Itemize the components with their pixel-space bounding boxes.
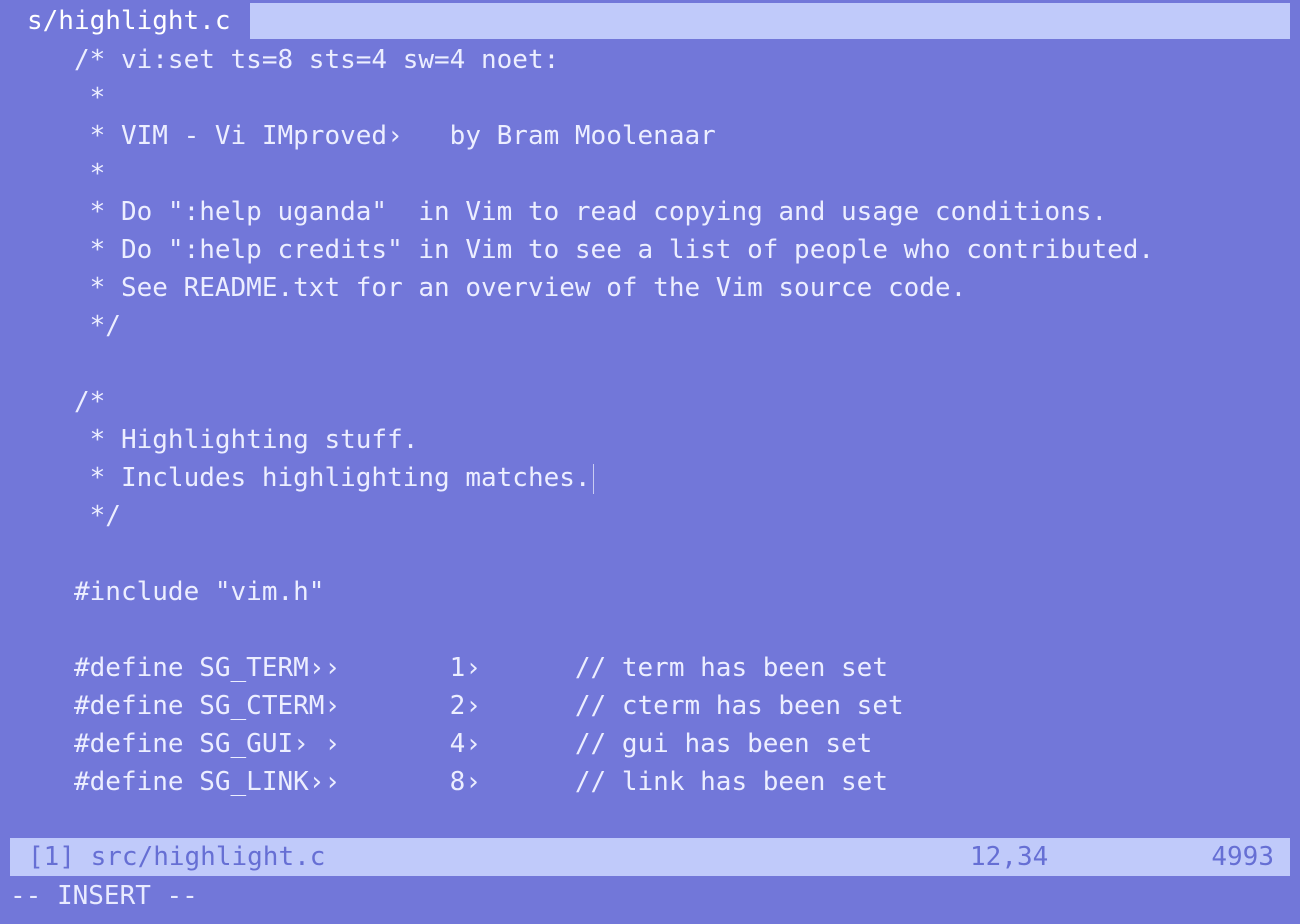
buffer-line[interactable]: */ — [74, 307, 1284, 345]
buffer-line[interactable]: * — [74, 79, 1284, 117]
buffer-line[interactable]: * VIM - Vi IMproved› by Bram Moolenaar — [74, 117, 1284, 155]
tab-filename[interactable]: s/highlight.c — [27, 2, 231, 40]
buffer-line-current[interactable]: * Includes highlighting matches. — [74, 459, 1284, 497]
status-filename: [1] src/highlight.c — [28, 842, 326, 872]
buffer-line[interactable]: #define SG_GUI› › 4› // gui has been set — [74, 725, 1284, 763]
buffer-line[interactable]: #define SG_CTERM› 2› // cterm has been s… — [74, 687, 1284, 725]
text-cursor — [592, 463, 594, 494]
mode-indicator: -- INSERT -- — [10, 881, 198, 911]
statusline: [1] src/highlight.c 12,34 4993 — [10, 838, 1290, 876]
buffer-line[interactable] — [74, 611, 1284, 649]
cursor-position: 12,34 — [970, 842, 1049, 872]
tabline: s/highlight.c — [0, 0, 1300, 40]
buffer-line[interactable]: * Do ":help credits" in Vim to see a lis… — [74, 231, 1284, 269]
line-count: 4993 — [1211, 842, 1274, 872]
buffer-line[interactable]: */ — [74, 497, 1284, 535]
buffer-line[interactable]: * — [74, 155, 1284, 193]
buffer-line[interactable]: /* vi:set ts=8 sts=4 sw=4 noet: — [74, 41, 1284, 79]
buffer-line[interactable]: * Do ":help uganda" in Vim to read copyi… — [74, 193, 1284, 231]
buffer-line[interactable] — [74, 345, 1284, 383]
current-line-text: * Includes highlighting matches. — [74, 463, 591, 493]
buffer-line[interactable]: /* — [74, 383, 1284, 421]
buffer-line[interactable]: #include "vim.h" — [74, 573, 1284, 611]
buffer-line[interactable]: * Highlighting stuff. — [74, 421, 1284, 459]
editor-buffer[interactable]: /* vi:set ts=8 sts=4 sw=4 noet: * * VIM … — [74, 41, 1284, 801]
tabline-fill — [250, 3, 1290, 39]
buffer-line[interactable]: * See README.txt for an overview of the … — [74, 269, 1284, 307]
buffer-line[interactable]: #define SG_TERM›› 1› // term has been se… — [74, 649, 1284, 687]
buffer-line[interactable] — [74, 535, 1284, 573]
buffer-line[interactable]: #define SG_LINK›› 8› // link has been se… — [74, 763, 1284, 801]
